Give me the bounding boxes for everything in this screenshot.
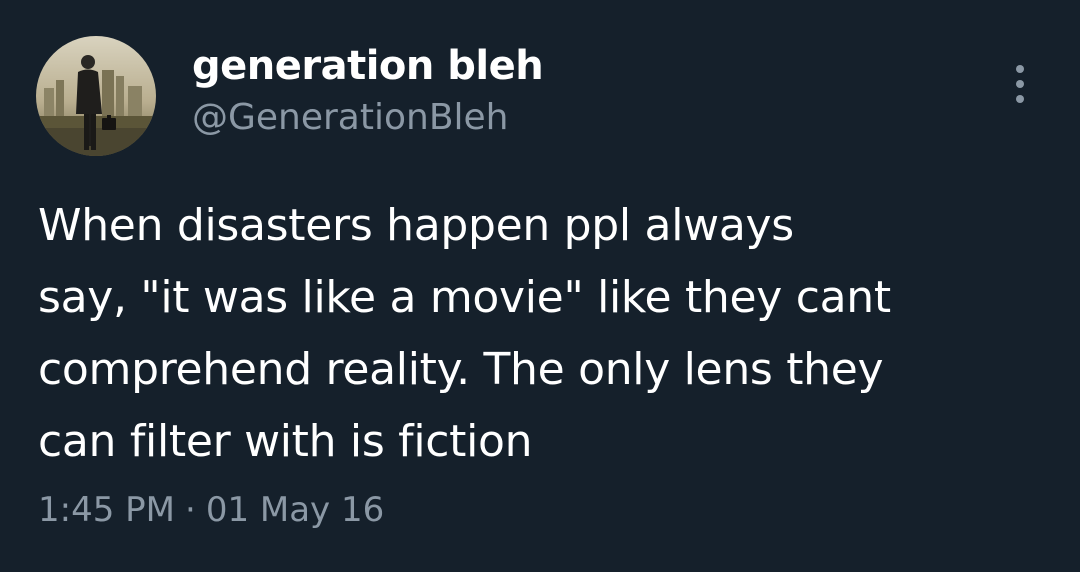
tweet-time: 1:45 PM — [38, 490, 175, 530]
user-handle[interactable]: @GenerationBleh — [192, 94, 509, 142]
tweet-date: 01 May 16 — [205, 490, 385, 530]
meta-separator: · — [185, 490, 196, 530]
display-name[interactable]: generation bleh — [192, 40, 544, 92]
more-vertical-icon — [1016, 65, 1024, 103]
more-options-button[interactable] — [998, 60, 1042, 108]
tweet-card: generation bleh @GenerationBleh When dis… — [0, 0, 1080, 572]
tweet-timestamp[interactable]: 1:45 PM · 01 May 16 — [38, 486, 384, 534]
avatar[interactable] — [36, 36, 156, 156]
man-with-briefcase-avatar-icon — [36, 36, 156, 156]
tweet-text: When disasters happen ppl always say, "i… — [38, 200, 891, 467]
